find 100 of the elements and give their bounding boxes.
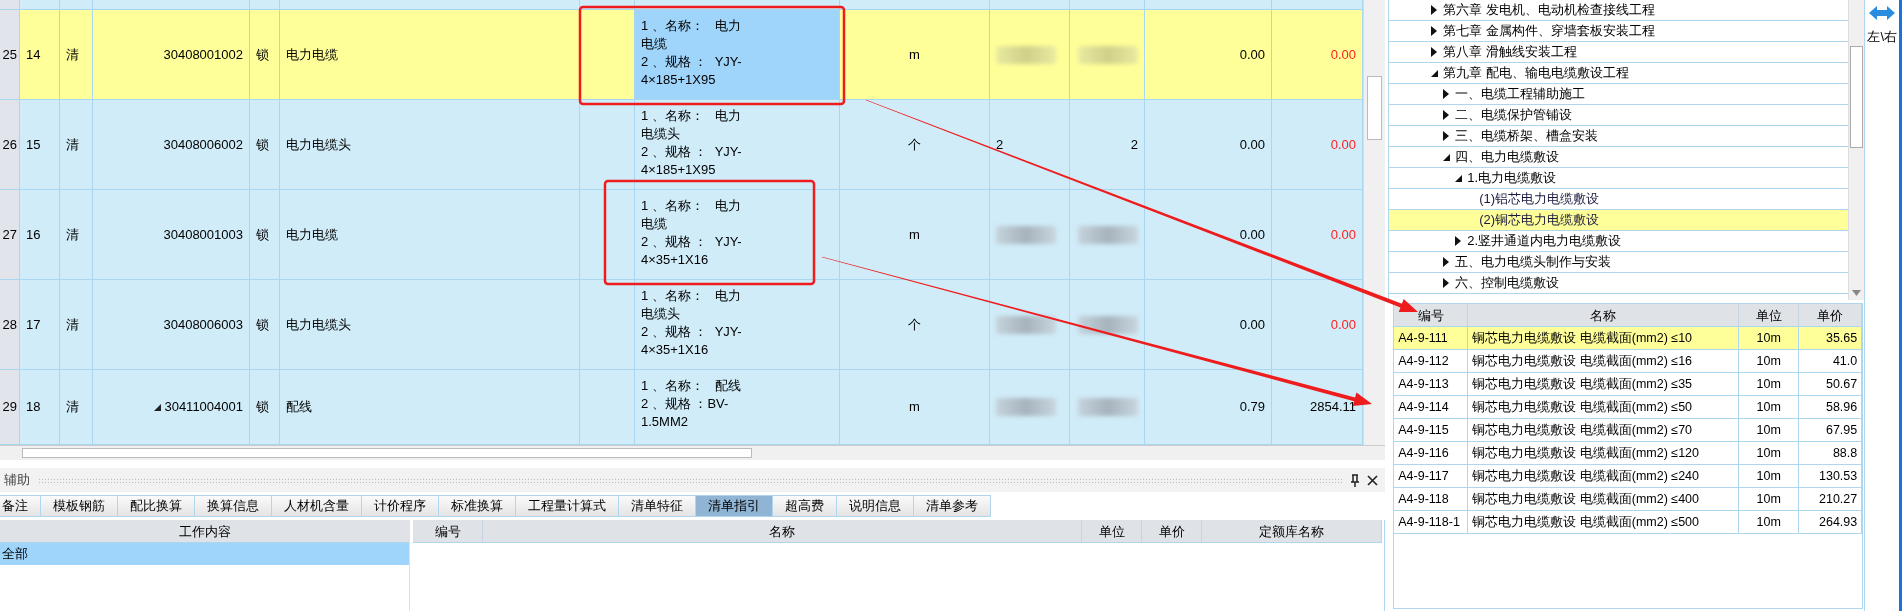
table-row[interactable]: A4-9-116 铜芯电力电缆敷设 电缆截面(mm2) ≤120 10m 88.8	[1394, 442, 1863, 466]
tree-item[interactable]: 四、电力电缆敷设	[1389, 147, 1849, 168]
column-header: 名称	[1468, 304, 1740, 328]
table-cell: 10m	[1739, 488, 1800, 511]
double-arrow-icon	[1869, 6, 1896, 20]
table-cell	[0, 0, 20, 10]
table-row[interactable]: 29 18 清 30411004001 锁 配线 1 、名称： 配线 2 、规格 ：BV- 1.5MM2 m 0.79 2854.11	[0, 370, 1363, 445]
table-cell: 35.65	[1799, 327, 1863, 350]
table-cell: 10m	[1739, 511, 1800, 534]
table-row[interactable]: A4-9-111 铜芯电力电缆敷设 电缆截面(mm2) ≤10 10m 35.65	[1394, 327, 1863, 351]
table-cell: A4-9-117	[1394, 465, 1469, 488]
pin-icon[interactable]	[1350, 473, 1361, 487]
table-row[interactable]: A4-9-115 铜芯电力电缆敷设 电缆截面(mm2) ≤70 10m 67.95	[1394, 419, 1863, 443]
table-row[interactable]: 25 14 清 30408001002 锁 电力电缆 1 、名称： 电力 电缆 2 、规格 ： YJY- 4×185+1X95 m 0.00 0.00	[0, 10, 1363, 100]
tab[interactable]: 超高费	[773, 495, 837, 517]
table-cell: 26	[0, 100, 20, 190]
table-cell: 264.93	[1799, 511, 1863, 534]
tab[interactable]: 说明信息	[837, 495, 914, 517]
table-row[interactable]: A4-9-112 铜芯电力电缆敷设 电缆截面(mm2) ≤16 10m 41.0	[1394, 350, 1863, 374]
column-header: 工作内容	[0, 520, 409, 544]
tree-item[interactable]: 2.竖井通道内电力电缆敷设	[1389, 231, 1849, 252]
scrollbar[interactable]	[1848, 0, 1865, 300]
table-cell: 130.53	[1799, 465, 1863, 488]
tab[interactable]: 配比换算	[118, 495, 195, 517]
table-cell: 铜芯电力电缆敷设 电缆截面(mm2) ≤35	[1468, 373, 1740, 396]
column-header: 定额库名称	[1202, 520, 1383, 544]
table-cell: 10m	[1739, 350, 1800, 373]
scrollbar-thumb[interactable]	[1850, 46, 1864, 148]
expanded-icon[interactable]	[154, 403, 162, 411]
expanded-icon[interactable]	[1453, 173, 1464, 183]
table-cell: 铜芯电力电缆敷设 电缆截面(mm2) ≤70	[1468, 419, 1740, 442]
tab[interactable]: 清单特征	[619, 495, 696, 517]
table-cell-text: 30411004001	[164, 398, 243, 417]
table-row[interactable]: 27 16 清 30408001003 锁 电力电缆 1 、名称： 电力 电缆 2 、规格 ： YJY- 4×35+1X16 m 0.00 0.00	[0, 190, 1363, 280]
table-row[interactable]: A4-9-113 铜芯电力电缆敷设 电缆截面(mm2) ≤35 10m 50.67	[1394, 373, 1863, 397]
tree-item[interactable]: 一、电缆工程辅助施工	[1389, 84, 1849, 105]
table-cell: 29	[0, 370, 20, 445]
table-cell: 25	[0, 10, 20, 100]
scrollbar[interactable]	[1363, 0, 1385, 445]
table-row[interactable]: A4-9-114 铜芯电力电缆敷设 电缆截面(mm2) ≤50 10m 58.96	[1394, 396, 1863, 420]
table-cell: 铜芯电力电缆敷设 电缆截面(mm2) ≤120	[1468, 442, 1740, 465]
tab[interactable]: 模板钢筋	[41, 495, 118, 517]
tree-item[interactable]: 六、控制电缆敷设	[1389, 273, 1849, 294]
tab[interactable]: 清单参考	[914, 495, 991, 517]
table-cell: 210.27	[1799, 488, 1863, 511]
tab[interactable]: 计价程序	[362, 495, 439, 517]
tree-item[interactable]: (2)铜芯电力电缆敷设	[1389, 210, 1849, 231]
scroll-down-icon[interactable]	[1852, 290, 1862, 296]
table-cell: 10m	[1739, 327, 1800, 350]
table-cell: 88.8	[1799, 442, 1863, 465]
table-cell: A4-9-111	[1394, 327, 1469, 350]
table-cell: 28	[0, 280, 20, 370]
close-icon[interactable]	[1366, 474, 1378, 486]
table-cell: A4-9-114	[1394, 396, 1469, 419]
expanded-icon[interactable]	[1441, 152, 1452, 162]
table-cell: A4-9-113	[1394, 373, 1469, 396]
tab[interactable]: 备注	[0, 495, 41, 517]
table-row[interactable]: A4-9-118-1 铜芯电力电缆敷设 电缆截面(mm2) ≤500 10m 264.93	[1394, 511, 1863, 535]
table-row[interactable]: A4-9-117 铜芯电力电缆敷设 电缆截面(mm2) ≤240 10m 130.53	[1394, 465, 1863, 489]
table-cell: 10m	[1739, 465, 1800, 488]
tree-item[interactable]: 五、电力电缆头制作与安装	[1389, 252, 1849, 273]
table-row[interactable]: A4-9-118 铜芯电力电缆敷设 电缆截面(mm2) ≤400 10m 210.27	[1394, 488, 1863, 512]
table-cell: 铜芯电力电缆敷设 电缆截面(mm2) ≤16	[1468, 350, 1740, 373]
table-cell: A4-9-116	[1394, 442, 1469, 465]
swap-button[interactable]: 左\右	[1865, 0, 1900, 46]
list-item[interactable]: 全部	[0, 543, 409, 566]
tree-item[interactable]: 三、电缆桥架、槽盒安装	[1389, 126, 1849, 147]
column-header: 单位	[1082, 520, 1143, 544]
table-cell: 铜芯电力电缆敷设 电缆截面(mm2) ≤240	[1468, 465, 1740, 488]
tree-item[interactable]: 第八章 滑触线安装工程	[1389, 42, 1849, 63]
tree-item[interactable]: 二、电缆保护管铺设	[1389, 105, 1849, 126]
expanded-icon[interactable]	[1429, 68, 1440, 78]
column-header: 单价	[1142, 520, 1203, 544]
table-cell: 铜芯电力电缆敷设 电缆截面(mm2) ≤50	[1468, 396, 1740, 419]
scrollbar-thumb[interactable]	[22, 448, 752, 458]
column-header: 单价	[1799, 304, 1863, 328]
tree-item[interactable]: 第六章 发电机、电动机检查接线工程	[1389, 0, 1849, 21]
tree-item[interactable]: 1.电力电缆敷设	[1389, 168, 1849, 189]
table-cell: A4-9-112	[1394, 350, 1469, 373]
tab[interactable]: 工程量计算式	[516, 495, 619, 517]
tab[interactable]: 标准换算	[439, 495, 516, 517]
column-header: 编号	[413, 520, 484, 544]
table-cell: 67.95	[1799, 419, 1863, 442]
table-cell: 1 、名称： 电力 电缆 2 、规格 ： YJY- 4×185+1X95	[635, 10, 840, 100]
table-cell-text: 30408006002	[163, 135, 243, 154]
table-cell: 10m	[1739, 419, 1800, 442]
table-cell: A4-9-115	[1394, 419, 1469, 442]
tab[interactable]: 人材机含量	[272, 495, 362, 517]
tree-item[interactable]: 第九章 配电、输电电缆敷设工程	[1389, 63, 1849, 84]
tab[interactable]: 换算信息	[195, 495, 272, 517]
panel-title: 辅助	[4, 471, 30, 490]
table-row[interactable]: 28 17 清 30408006003 锁 电力电缆头 1 、名称： 电力 电缆头 2 、规格 ： YJY- 4×35+1X16 个 0.00 0.00	[0, 280, 1363, 370]
table-row[interactable]: 26 15 清 30408006002 锁 电力电缆头 1 、名称： 电力 电缆头 2 、规格 ： YJY- 4×185+1X95 个 2 2 0.00 0.00	[0, 100, 1363, 190]
scrollbar-thumb[interactable]	[1367, 76, 1382, 140]
tree-item[interactable]: 第七章 金属构件、穿墙套板安装工程	[1389, 21, 1849, 42]
tab[interactable]: 清单指引	[696, 495, 773, 517]
table-cell: A4-9-118-1	[1394, 511, 1469, 534]
column-header: 单位	[1739, 304, 1800, 328]
table-cell-text: 30408006003	[163, 315, 243, 334]
scrollbar[interactable]	[0, 445, 1385, 460]
